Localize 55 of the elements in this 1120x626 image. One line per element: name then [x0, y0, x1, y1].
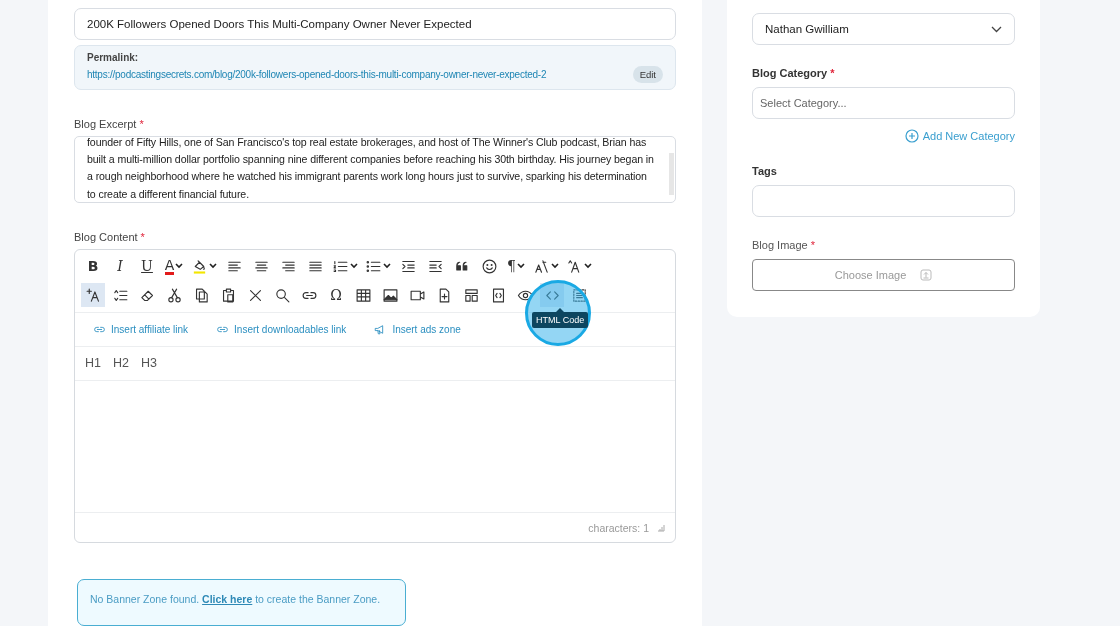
- heading-button[interactable]: H1: [85, 356, 101, 370]
- caret-icon: [551, 263, 559, 269]
- underline-button[interactable]: U: [135, 254, 159, 278]
- required-asterisk: *: [139, 117, 144, 130]
- image-icon: [381, 286, 399, 304]
- select-all-icon: [570, 286, 588, 304]
- permalink-label: Permalink:: [87, 51, 140, 63]
- search-icon: [273, 286, 291, 304]
- text-style-icon: [533, 257, 550, 275]
- character-count: characters: 1: [588, 521, 649, 534]
- font-color-button[interactable]: A: [162, 254, 186, 278]
- tooltip: HTML Code: [532, 311, 589, 328]
- caret-icon: [209, 263, 217, 269]
- paragraph-button[interactable]: ¶: [504, 254, 528, 278]
- special-char-button[interactable]: Ω: [324, 283, 348, 307]
- author-select[interactable]: Nathan Gwilliam: [752, 13, 1015, 45]
- permalink-url[interactable]: https://podcastingsecrets.com/blog/200k-followers-opened-doors-this-multi-company-owner-never-expected-2: [87, 68, 547, 80]
- title-field[interactable]: 200K Followers Opened Doors This Multi-Company Owner Never Expected: [74, 8, 676, 40]
- caret-icon: [175, 263, 184, 269]
- insert-link[interactable]: Insert downloadables link: [216, 322, 347, 336]
- image-label: Blog Image: [752, 239, 808, 251]
- required-asterisk: *: [810, 239, 815, 251]
- insert-link[interactable]: Insert affiliate link: [93, 322, 189, 336]
- clear-format-button[interactable]: [81, 283, 105, 307]
- caret-icon: [584, 263, 592, 269]
- resize-handle-icon[interactable]: [657, 523, 665, 532]
- scissors-icon: [165, 286, 183, 304]
- template-icon: [462, 286, 480, 304]
- content-label: Blog Content: [74, 230, 138, 243]
- caret-icon: [383, 263, 391, 269]
- tags-field[interactable]: [752, 185, 1015, 217]
- required-asterisk: *: [140, 230, 145, 243]
- excerpt-field[interactable]: founder of Fifty Hills, one of San Francisco's top real estate brokerages, and host of The Winner's Club podcast, Brian has built a multi-million dollar portfolio spanning nine different companies before reaching his 30th birthday. His journey began in a rough neighborhood where he watched his immigrant parents work long hours just to survive, sparking his determination to create a different financial future.: [74, 135, 676, 203]
- italic-button[interactable]: I: [108, 254, 132, 278]
- tags-label: Tags: [752, 165, 777, 177]
- banner-notice: No Banner Zone found. Click here to create the Banner Zone.: [77, 579, 406, 626]
- upload-icon: [920, 269, 933, 281]
- required-asterisk: *: [830, 67, 835, 79]
- heading-button[interactable]: H2: [113, 356, 129, 370]
- table-icon: [354, 286, 372, 304]
- chevron-down-icon: [991, 25, 1002, 33]
- insert-link[interactable]: Insert ads zone: [374, 322, 461, 336]
- clear-format-icon: [84, 286, 102, 304]
- click-here-link[interactable]: Click here: [202, 593, 253, 605]
- category-field[interactable]: Select Category...: [752, 87, 1015, 119]
- caret-icon: [350, 263, 358, 269]
- emoji-icon: [480, 257, 498, 275]
- bold-button[interactable]: B: [81, 254, 105, 278]
- heading-button[interactable]: H3: [140, 356, 157, 370]
- caret-icon: [516, 263, 525, 269]
- excerpt-label: Blog Excerpt: [74, 117, 137, 130]
- plus-circle-icon: [904, 129, 919, 143]
- category-label: Blog Category: [752, 67, 828, 79]
- highlight-icon: [191, 257, 208, 275]
- edit-button[interactable]: Edit: [632, 65, 663, 83]
